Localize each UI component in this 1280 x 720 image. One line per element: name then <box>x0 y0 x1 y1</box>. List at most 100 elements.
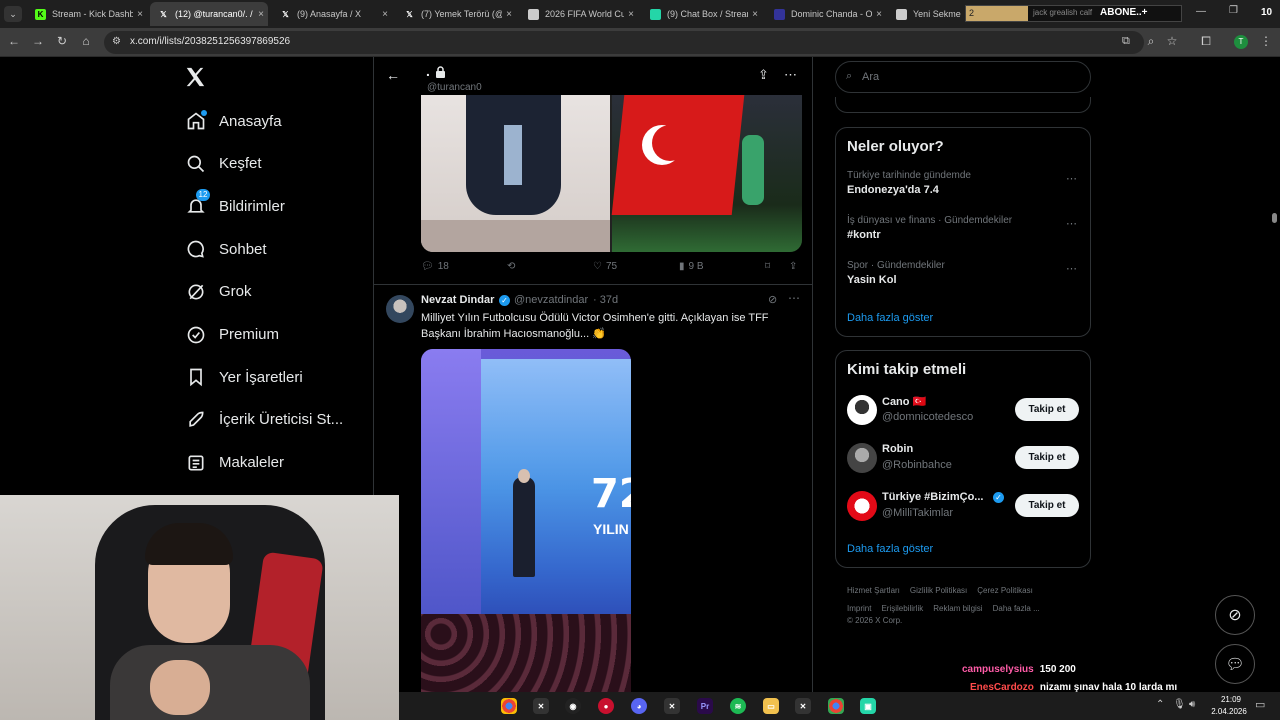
tab-search-button[interactable]: ⌄ <box>4 6 22 22</box>
back-icon[interactable]: ← <box>6 34 22 48</box>
sidebar-item-3[interactable]: Sohbet <box>185 238 267 260</box>
trend-more-icon[interactable]: ⋯ <box>1066 262 1078 275</box>
footer-link[interactable]: Gizlilik Politikası <box>910 586 967 595</box>
install-icon[interactable]: ⧉ <box>1122 35 1130 48</box>
more-icon[interactable]: ⋯ <box>784 67 797 83</box>
avatar[interactable] <box>847 395 877 425</box>
volume-icon[interactable]: 🔊︎ <box>1189 699 1195 710</box>
sidebar-item-4[interactable]: Grok <box>185 281 252 303</box>
avatar[interactable] <box>386 295 414 323</box>
address-bar[interactable]: ⚙ x.com/i/lists/2038251256397869526 ⧉ <box>104 31 1144 54</box>
tab-close-icon[interactable]: × <box>502 9 516 20</box>
footer-link[interactable]: Imprint <box>847 604 871 613</box>
reload-icon[interactable]: ↻ <box>54 34 70 48</box>
sidebar-item-7[interactable]: İçerik Üreticisi St... <box>185 409 343 431</box>
tab-close-icon[interactable]: × <box>872 9 886 20</box>
reply-button[interactable]: 💬︎ 18 <box>421 261 449 272</box>
tab-3[interactable]: 𝕏 (7) Yemek Terörü (@y × <box>396 2 516 26</box>
tweet1-photo-speaker[interactable] <box>421 95 610 252</box>
follow-button[interactable]: Takip et <box>1015 398 1079 421</box>
home-browser-icon[interactable]: ⌂ <box>78 34 94 48</box>
tab-1[interactable]: 𝕏 (12) @turancan0/. / X × <box>150 2 268 26</box>
menu-icon[interactable]: ⋮ <box>1258 34 1274 48</box>
extensions-icon[interactable]: ⧠ <box>1198 34 1214 49</box>
sidebar-item-1[interactable]: Keşfet <box>185 153 262 175</box>
share-tweet-button[interactable]: ⇪ <box>789 261 797 272</box>
follow-button[interactable]: Takip et <box>1015 494 1079 517</box>
views-button[interactable]: ▮ 9 B <box>679 261 704 272</box>
trend-more-icon[interactable]: ⋯ <box>1066 217 1078 230</box>
tab-close-icon[interactable]: × <box>378 9 392 20</box>
minimize-button[interactable]: — <box>1196 6 1206 17</box>
repost-button[interactable]: ⟲ <box>507 261 515 272</box>
capcut2-taskbar-icon[interactable]: ✕ <box>664 698 680 714</box>
tab-4[interactable]: 2026 FIFA World Cup × <box>520 2 638 26</box>
footer-link[interactable]: Daha fazla ... <box>993 604 1040 613</box>
search-input[interactable]: ⌕ Ara <box>835 61 1091 93</box>
clock-date[interactable]: 2.04.2026 <box>1204 707 1254 716</box>
sidebar-item-6[interactable]: Yer İşaretleri <box>185 366 303 388</box>
tweet-video[interactable]: 72 YILIN <box>421 349 631 720</box>
sidebar-item-2[interactable]: 12 Bildirimler <box>185 189 285 217</box>
zoom-icon[interactable]: ⌕ <box>1143 34 1159 49</box>
back-arrow-icon[interactable]: ← <box>386 67 400 83</box>
messages-fab[interactable]: 💬︎ <box>1215 644 1255 684</box>
tab-2[interactable]: 𝕏 (9) Anasayfa / X × <box>272 2 392 26</box>
tab-close-icon[interactable]: × <box>624 9 638 20</box>
tab-close-icon[interactable]: × <box>133 9 147 20</box>
chrome-taskbar-icon[interactable] <box>501 698 517 714</box>
tweet2[interactable]: Nevzat Dindar ✓ @nevzatdindar · 37d ⊘ ⋯ … <box>374 285 812 720</box>
tab-close-icon[interactable]: × <box>748 9 762 20</box>
tray-chevron-icon[interactable]: ⌃ <box>1156 699 1164 710</box>
tab-7[interactable]: Yeni Sekme <box>888 2 964 26</box>
sidebar-item-0[interactable]: Anasayfa <box>185 110 282 132</box>
footer-link[interactable]: Çerez Politikası <box>977 586 1033 595</box>
footer-link[interactable]: Erişilebilirlik <box>881 604 923 613</box>
clock-time[interactable]: 21:09 <box>1211 695 1251 704</box>
avatar[interactable] <box>847 491 877 521</box>
notification-icon[interactable]: ▭ <box>1255 698 1265 711</box>
trend-item[interactable]: Spor · Gündemdekiler Yasin Kol <box>847 260 1081 286</box>
mic-icon[interactable]: 🎙︎ <box>1173 699 1186 710</box>
avatar[interactable] <box>847 443 877 473</box>
like-button[interactable]: ♡ 75 <box>593 261 617 272</box>
tweet1-photo-flag[interactable] <box>611 95 802 252</box>
restore-button[interactable]: ❐ <box>1229 5 1238 16</box>
follow-button[interactable]: Takip et <box>1015 446 1079 469</box>
tab-6[interactable]: Dominic Chanda - Op × <box>766 2 886 26</box>
sidebar-item-8[interactable]: Makaleler <box>185 452 284 474</box>
trend-more-icon[interactable]: ⋯ <box>1066 172 1078 185</box>
obs-taskbar-icon[interactable]: ◉ <box>565 698 581 714</box>
site-info-icon[interactable]: ⚙ <box>112 36 121 47</box>
trend-item[interactable]: Türkiye tarihinde gündemde Endonezya'da 7… <box>847 170 1081 196</box>
share-icon[interactable]: ⇪ <box>758 67 769 83</box>
spotify-taskbar-icon[interactable]: ≋ <box>730 698 746 714</box>
follow-user-name[interactable]: Robin <box>882 443 913 455</box>
tweet-more-icon[interactable]: ⋯ <box>788 291 800 305</box>
footer-link[interactable]: Hizmet Şartları <box>847 586 900 595</box>
footer-link[interactable]: Reklam bilgisi <box>933 604 982 613</box>
tweet1-media[interactable] <box>421 95 802 252</box>
page-scrollbar[interactable] <box>1272 213 1277 223</box>
explorer-taskbar-icon[interactable]: ▭ <box>763 698 779 714</box>
grok-icon[interactable]: ⊘ <box>768 293 777 306</box>
discord-taskbar-icon[interactable]: ◕ <box>631 698 647 714</box>
author-name[interactable]: Nevzat Dindar <box>421 294 494 306</box>
follow-user-name[interactable]: Cano 🇹🇷 <box>882 395 926 408</box>
chrome-active-taskbar-icon[interactable] <box>828 698 844 714</box>
bookmark-button[interactable]: ⌑ <box>765 261 770 272</box>
star-icon[interactable]: ☆ <box>1164 34 1180 48</box>
sidebar-item-5[interactable]: Premium <box>185 324 279 346</box>
follow-show-more[interactable]: Daha fazla göster <box>847 543 933 555</box>
x-logo-icon[interactable] <box>184 66 210 92</box>
profile-avatar[interactable]: T <box>1234 35 1248 49</box>
app-red-taskbar-icon[interactable]: ● <box>598 698 614 714</box>
capcut-taskbar-icon[interactable]: ✕ <box>533 698 549 714</box>
trend-item[interactable]: İş dünyası ve finans · Gündemdekiler #kon… <box>847 215 1081 241</box>
forward-icon[interactable]: → <box>30 34 46 48</box>
grok-fab[interactable]: ⊘ <box>1215 595 1255 635</box>
trends-show-more[interactable]: Daha fazla göster <box>847 312 933 324</box>
follow-user-name[interactable]: Türkiye #BizimÇo... <box>882 491 983 503</box>
tweet-time[interactable]: · 37d <box>593 294 618 306</box>
tab-5[interactable]: (9) Chat Box / Stream × <box>642 2 762 26</box>
